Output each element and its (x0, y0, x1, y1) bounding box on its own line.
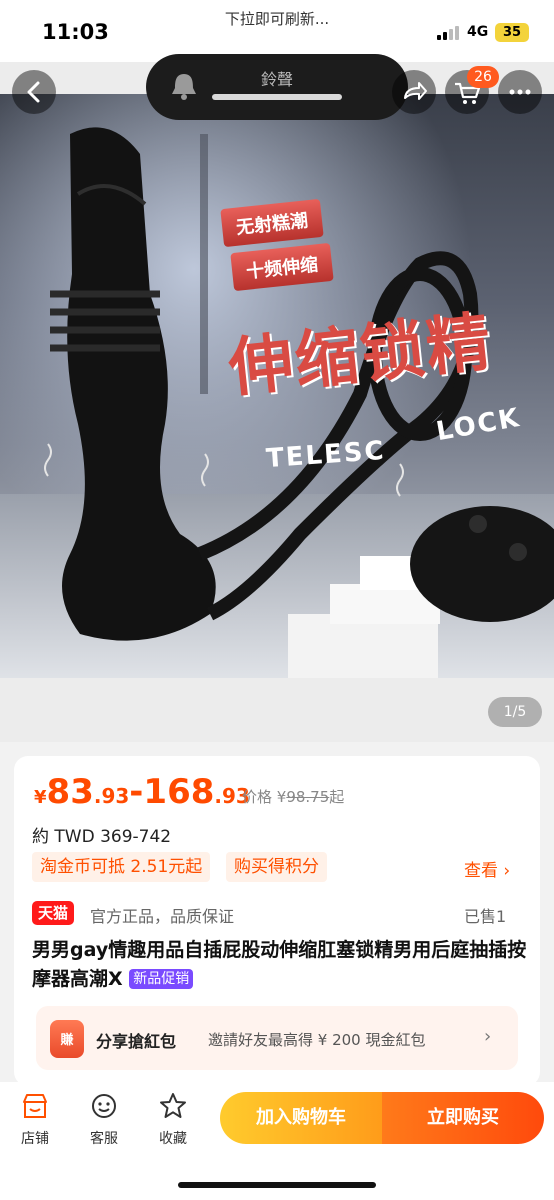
ringer-label: 鈴聲 (260, 70, 293, 89)
price-range: ¥83.93-168.93 (34, 772, 250, 812)
price-low-dec: .93 (93, 784, 130, 808)
chevron-left-icon (27, 81, 40, 103)
red-packet-icon: 賺 (50, 1020, 84, 1058)
favorite-label: 收藏 (159, 1131, 187, 1147)
home-indicator (178, 1182, 376, 1188)
more-dots-icon (509, 89, 531, 95)
share-arrow-icon (404, 82, 427, 100)
service-label: 客服 (90, 1131, 118, 1147)
store-icon (23, 1094, 47, 1118)
original-price-value: 98.75 (286, 788, 330, 806)
price-high-int: 168 (143, 772, 215, 812)
service-tab[interactable]: 客服 (79, 1092, 129, 1148)
signal-icon (437, 26, 463, 40)
price-low-int: 83 (46, 772, 94, 812)
ringer-volume-overlay: 鈴聲 (146, 54, 408, 120)
back-button[interactable] (12, 70, 56, 114)
favorite-tab[interactable]: 收藏 (148, 1092, 198, 1148)
share-title: 分享搶紅包 (96, 1032, 177, 1051)
product-title: 男男gay情趣用品自插屁股动伸缩肛塞锁精男用后庭抽插按摩器高潮X 新品促销 (32, 936, 528, 994)
currency-symbol: ¥ (34, 787, 47, 808)
add-to-cart-button[interactable]: 加入购物车 (220, 1092, 382, 1144)
share-description: 邀請好友最高得 ¥ 200 現金紅包 (208, 1031, 426, 1049)
share-button[interactable] (392, 70, 436, 114)
network-label: 4G (467, 24, 489, 40)
twd-price: 約 TWD 369-742 (32, 827, 172, 847)
chevron-right-icon: › (484, 1026, 492, 1047)
price-separator: - (129, 772, 144, 812)
product-title-text: 男男gay情趣用品自插屁股动伸缩肛塞锁精男用后庭抽插按摩器高潮X (32, 939, 527, 990)
original-price: 价格 ¥98.75起 (242, 786, 344, 807)
sold-count: 已售1 (464, 907, 507, 926)
original-price-label: 价格 ¥ (242, 788, 287, 806)
volume-bar (212, 94, 342, 100)
more-button[interactable] (498, 70, 542, 114)
cart-count-badge: 26 (467, 66, 499, 88)
buy-now-button[interactable]: 立即购买 (382, 1092, 544, 1144)
service-icon (92, 1094, 116, 1118)
guarantee-text: 官方正品，品质保证 (90, 907, 235, 926)
share-red-packet-bar[interactable]: 賺 分享搶紅包 邀請好友最高得 ¥ 200 現金紅包 › (36, 1006, 518, 1070)
see-more-link[interactable]: 查看 › (464, 856, 510, 881)
product-info-card: ¥83.93-168.93 价格 ¥98.75起 約 TWD 369-742 淘… (14, 756, 540, 1086)
star-icon (160, 1093, 186, 1118)
product-gallery[interactable]: 无射糕潮 十频伸缩 伸缩锁精 TELESC LOCK 1/5 (0, 62, 554, 742)
status-bar: 11:03 下拉即可刷新... 4G 35 (0, 0, 554, 62)
original-price-suffix: 起 (329, 788, 345, 806)
promo-badge: 新品促销 (129, 969, 194, 989)
battery-icon: 35 (495, 23, 529, 42)
points-tag[interactable]: 购买得积分 (226, 852, 327, 882)
bottom-action-bar: 店铺 客服 收藏 加入购物车 立即购买 (0, 1082, 554, 1200)
store-label: 店铺 (21, 1131, 49, 1147)
product-image[interactable]: 无射糕潮 十频伸缩 伸缩锁精 TELESC LOCK (0, 94, 554, 678)
store-tab[interactable]: 店铺 (10, 1092, 60, 1148)
tmall-badge: 天猫 (32, 901, 75, 925)
image-page-indicator: 1/5 (488, 697, 542, 727)
coin-discount-tag[interactable]: 淘金币可抵 2.51元起 (32, 852, 211, 882)
